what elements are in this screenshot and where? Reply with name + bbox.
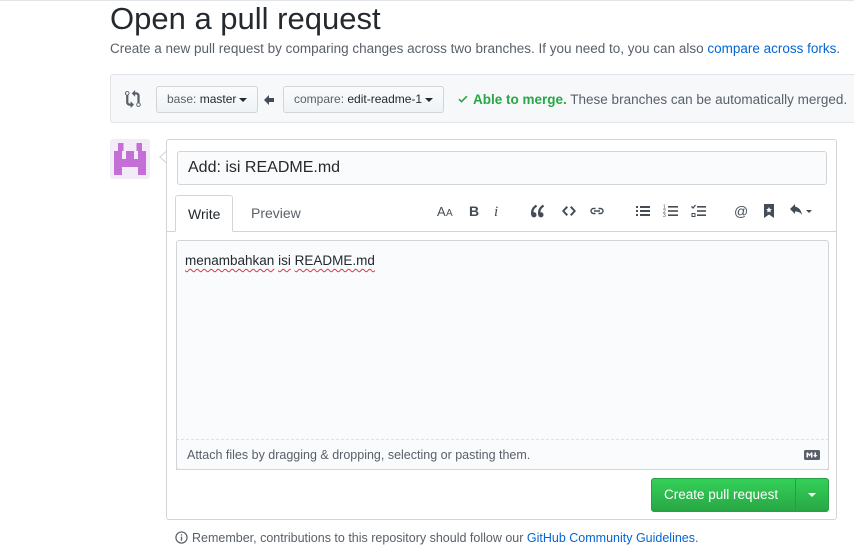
compare-prefix: compare:	[294, 92, 345, 106]
italic-icon[interactable]: i	[487, 201, 507, 221]
merge-ok-text: Able to merge.	[473, 92, 567, 107]
note-text: Remember, contributions to this reposito…	[192, 531, 527, 545]
page-title: Open a pull request	[110, 1, 381, 36]
file-attachment-area[interactable]: Attach files by dragging & dropping, sel…	[176, 439, 829, 470]
community-guidelines-link[interactable]: GitHub Community Guidelines	[527, 531, 695, 545]
chevron-down-icon	[239, 97, 248, 102]
guidelines-note: Remember, contributions to this reposito…	[175, 531, 699, 545]
bulleted-list-icon[interactable]	[633, 201, 653, 221]
reference-icon[interactable]	[759, 201, 779, 221]
title-input[interactable]	[177, 151, 827, 185]
pull-request-form: Write Preview AA B i 123 @	[166, 139, 837, 520]
numbered-list-icon[interactable]: 123	[661, 201, 681, 221]
svg-text:A: A	[446, 208, 453, 219]
info-icon	[175, 531, 188, 544]
comment-body-text: menambahkan isi README.md	[185, 253, 375, 268]
base-branch-select[interactable]: base: master	[156, 86, 259, 113]
base-prefix: base:	[167, 92, 197, 106]
attach-text: Attach files by dragging & dropping, sel…	[187, 448, 531, 462]
page-subtitle: Create a new pull request by comparing c…	[110, 41, 840, 56]
avatar[interactable]	[110, 139, 150, 179]
chevron-down-icon[interactable]	[808, 493, 816, 497]
compare-branch-name: edit-readme-1	[347, 92, 423, 106]
branch-range-editor: base: master compare: edit-readme-1 Able…	[110, 74, 854, 123]
body-word: isi	[278, 253, 291, 268]
svg-text:A: A	[437, 204, 446, 219]
code-icon[interactable]	[559, 201, 579, 221]
comment-body-textarea[interactable]: menambahkan isi README.md	[176, 240, 829, 470]
button-divider	[795, 479, 796, 511]
link-icon[interactable]	[587, 201, 607, 221]
task-list-icon[interactable]	[689, 201, 709, 221]
body-word: README.md	[294, 253, 375, 268]
mention-icon[interactable]: @	[731, 201, 751, 221]
check-icon	[458, 95, 468, 103]
merge-status: Able to merge. These branches can be aut…	[457, 92, 847, 107]
tab-write[interactable]: Write	[175, 195, 234, 232]
subtitle-period: .	[836, 41, 841, 56]
compare-branch-select[interactable]: compare: edit-readme-1	[283, 86, 445, 113]
chevron-down-icon	[425, 97, 434, 102]
subtitle-text: Create a new pull request by comparing c…	[110, 41, 708, 56]
create-pull-request-button[interactable]: Create pull request	[651, 478, 829, 512]
bold-icon[interactable]: B	[464, 201, 484, 221]
merge-detail-text: These branches can be automatically merg…	[566, 92, 848, 107]
svg-text:3: 3	[663, 213, 666, 219]
git-compare-icon	[125, 90, 141, 108]
arrow-left-icon	[264, 95, 274, 105]
markdown-toolbar: AA B i 123 @	[167, 201, 838, 221]
svg-text:@: @	[734, 203, 748, 219]
compare-across-forks-link[interactable]: compare across forks	[707, 41, 836, 56]
body-word: menambahkan	[185, 253, 275, 268]
markdown-icon[interactable]	[804, 450, 820, 460]
svg-text:B: B	[469, 203, 479, 219]
svg-text:i: i	[494, 204, 498, 219]
text-size-icon[interactable]: AA	[435, 201, 457, 221]
base-branch-name: master	[199, 92, 237, 106]
reply-icon[interactable]	[785, 201, 817, 221]
note-period: .	[695, 531, 699, 545]
quote-icon[interactable]	[529, 201, 549, 221]
create-pull-request-label: Create pull request	[664, 487, 779, 502]
